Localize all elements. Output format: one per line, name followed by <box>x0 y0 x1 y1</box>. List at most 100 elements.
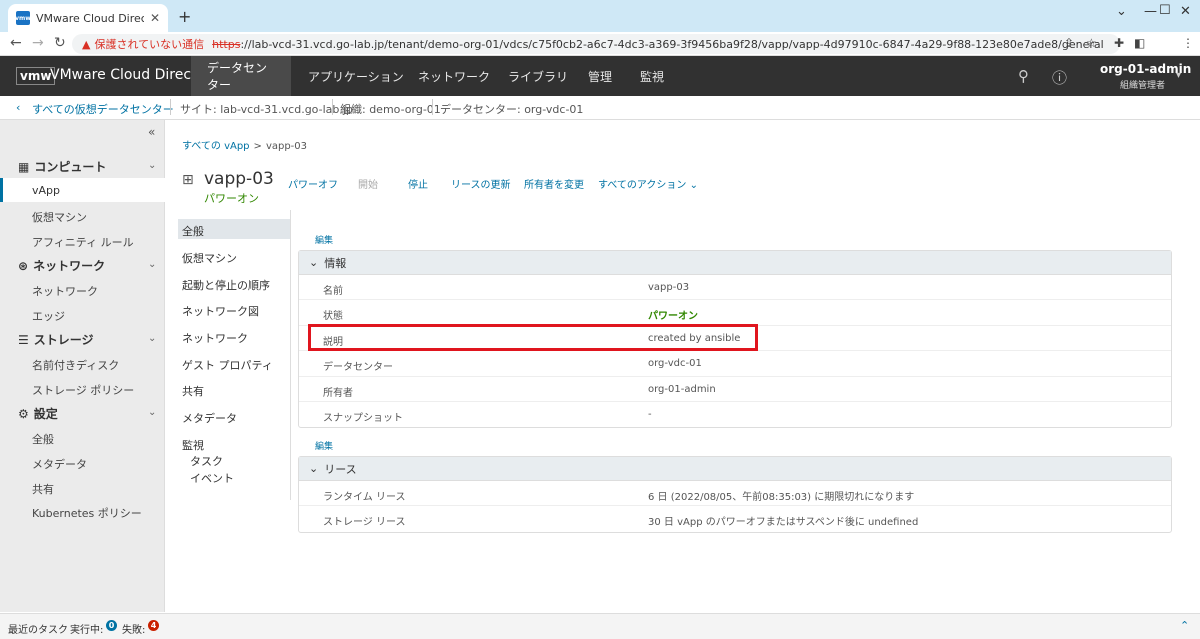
nav-network[interactable]: ネットワーク <box>402 56 506 96</box>
row-label: 名前 <box>323 286 343 297</box>
context-bar: ‹ すべての仮想データセンター サイト: lab-vcd-31.vcd.go-l… <box>0 96 1200 120</box>
expand-up-icon[interactable]: ⌃ <box>1180 619 1189 632</box>
menu-kebab-icon[interactable]: ⋮ <box>1182 36 1194 50</box>
all-actions-button[interactable]: すべてのアクション ⌄ <box>598 176 698 191</box>
row-value: 30 日 vApp のパワーオフまたはサスペンド後に undefined <box>648 517 919 529</box>
app-brand: VMware Cloud Director <box>50 67 211 83</box>
sidebar-group-label: ネットワーク <box>33 259 106 273</box>
nav-admin[interactable]: 管理 <box>572 56 628 96</box>
lease-card-header[interactable]: ⌄ リース <box>299 457 1171 481</box>
row-value: vapp-03 <box>648 282 690 293</box>
sidebar-item-affinity[interactable]: アフィニティ ルール <box>32 234 134 250</box>
site-info: サイト: lab-vcd-31.vcd.go-lab.jp <box>180 103 353 116</box>
tab-sharing[interactable]: 共有 <box>182 383 204 399</box>
chevron-down-icon[interactable]: ⌄ <box>148 259 156 270</box>
change-owner-button[interactable]: 所有者を変更 <box>524 176 584 191</box>
app-header: vmw VMware Cloud Director データセンター アプリケーシ… <box>0 56 1200 96</box>
breadcrumb-all-vapps[interactable]: すべての vApp <box>182 141 250 152</box>
sidebar: « ▦ コンピュート ⌄ vApp 仮想マシン アフィニティ ルール ⊛ ネット… <box>0 120 165 612</box>
browser-tab[interactable]: vmw VMware Cloud Director - vApp - ✕ <box>8 4 168 32</box>
back-to-vdcs-link[interactable]: すべての仮想データセンター <box>32 101 174 117</box>
sidebar-item-storage-policy[interactable]: ストレージ ポリシー <box>32 382 134 398</box>
tab-title: VMware Cloud Director - vApp - <box>36 11 144 25</box>
sidebar-item-vapp[interactable]: vApp <box>32 184 60 197</box>
nav-monitoring[interactable]: 監視 <box>624 56 680 96</box>
edit-lease-link[interactable]: 編集 <box>315 439 333 452</box>
sidebar-group-compute[interactable]: ▦ コンピュート <box>18 158 106 175</box>
nav-datacenter[interactable]: データセンター <box>191 56 291 96</box>
help-icon[interactable]: ⓘ <box>1052 67 1067 88</box>
tab-vms[interactable]: 仮想マシン <box>182 250 237 266</box>
recent-tasks-label[interactable]: 最近のタスク <box>8 621 68 636</box>
collapse-sidebar-icon[interactable]: « <box>148 125 155 139</box>
power-off-button[interactable]: パワーオフ <box>288 176 338 191</box>
running-count: 0 <box>106 620 117 632</box>
tab-monitoring: 監視 <box>182 439 204 452</box>
search-icon[interactable]: ⚲ <box>1018 67 1029 85</box>
nav-applications[interactable]: アプリケーション <box>292 56 420 96</box>
back-icon[interactable]: ← <box>10 35 22 51</box>
sidebar-active-indicator <box>0 178 165 202</box>
nav-library[interactable]: ライブラリ <box>492 56 584 96</box>
minimize-icon[interactable]: — <box>1144 4 1157 19</box>
sidepanel-icon[interactable]: ◧ <box>1134 36 1145 50</box>
breadcrumb-separator: > <box>253 141 262 152</box>
tab-networks[interactable]: ネットワーク <box>182 330 248 346</box>
sidebar-item-sharing[interactable]: 共有 <box>32 481 54 497</box>
address-bar: ← → ↻ ▲ 保護されていない通信 https://lab-vcd-31.vc… <box>0 32 1200 84</box>
close-tab-icon[interactable]: ✕ <box>150 11 160 25</box>
sidebar-item-named-disks[interactable]: 名前付きディスク <box>32 357 119 373</box>
tab-tasks[interactable]: タスク <box>190 453 223 469</box>
sidebar-item-general[interactable]: 全般 <box>32 431 54 447</box>
forward-icon[interactable]: → <box>32 35 44 51</box>
browser-tab-bar: vmw VMware Cloud Director - vApp - ✕ + ⌄… <box>0 0 1200 32</box>
tab-general[interactable]: 全般 <box>182 223 204 239</box>
stop-button[interactable]: 停止 <box>408 176 428 191</box>
table-row: ランタイム リース 6 日 (2022/08/05、午前08:35:03) に期… <box>299 481 1171 507</box>
url-input[interactable]: ▲ 保護されていない通信 https://lab-vcd-31.vcd.go-l… <box>72 34 1120 54</box>
sidebar-item-networks[interactable]: ネットワーク <box>32 283 98 299</box>
network-icon: ⊛ <box>18 258 29 273</box>
reload-icon[interactable]: ↻ <box>54 35 66 51</box>
info-card-header[interactable]: ⌄ 情報 <box>299 251 1171 275</box>
renew-lease-button[interactable]: リースの更新 <box>451 176 511 191</box>
divider <box>290 210 291 500</box>
chevron-down-icon[interactable]: ⌄ <box>148 407 156 418</box>
chevron-down-icon[interactable]: ▾ <box>1176 70 1181 81</box>
sidebar-group-settings[interactable]: ⚙ 設定 <box>18 405 58 422</box>
start-button[interactable]: 開始 <box>358 176 378 191</box>
tab-guest-properties[interactable]: ゲスト プロパティ <box>182 357 273 373</box>
sidebar-item-kubernetes-policy[interactable]: Kubernetes ポリシー <box>32 505 142 521</box>
sidebar-item-vms[interactable]: 仮想マシン <box>32 209 87 225</box>
tab-start-stop-order[interactable]: 起動と停止の順序 <box>182 277 270 293</box>
chevron-down-icon[interactable]: ⌄ <box>1116 4 1127 19</box>
share-icon[interactable]: ⇪ <box>1064 36 1074 50</box>
lease-card: ⌄ リース ランタイム リース 6 日 (2022/08/05、午前08:35:… <box>298 456 1172 533</box>
bookmark-star-icon[interactable]: ☆ <box>1086 36 1097 50</box>
sidebar-group-storage[interactable]: ☰ ストレージ <box>18 331 94 348</box>
table-row: 所有者 org-01-admin <box>299 377 1171 402</box>
maximize-icon[interactable]: ☐ <box>1159 3 1171 18</box>
extensions-icon[interactable]: ✚ <box>1114 36 1124 50</box>
sidebar-item-metadata[interactable]: メタデータ <box>32 456 87 472</box>
url-path: ://lab-vcd-31.vcd.go-lab.jp/tenant/demo-… <box>240 37 1104 51</box>
table-row: スナップショット - <box>299 402 1171 427</box>
chevron-left-icon[interactable]: ‹ <box>16 101 20 114</box>
close-window-icon[interactable]: ✕ <box>1180 4 1191 19</box>
chevron-down-icon[interactable]: ⌄ <box>148 160 156 171</box>
table-row: ストレージ リース 30 日 vApp のパワーオフまたはサスペンド後に und… <box>299 506 1171 531</box>
chevron-down-icon[interactable]: ⌄ <box>148 333 156 344</box>
tab-network-diagram[interactable]: ネットワーク図 <box>182 303 259 319</box>
edit-info-link[interactable]: 編集 <box>315 233 333 246</box>
sidebar-group-network[interactable]: ⊛ ネットワーク <box>18 257 105 274</box>
tab-metadata[interactable]: メタデータ <box>182 410 237 426</box>
row-value: 6 日 (2022/08/05、午前08:35:03) に期限切れになります <box>648 492 915 503</box>
row-label: ランタイム リース <box>323 492 406 503</box>
vapp-icon: ⊞ <box>182 172 194 188</box>
tab-events[interactable]: イベント <box>190 470 234 486</box>
new-tab-button[interactable]: + <box>178 7 191 26</box>
section-title: 情報 <box>324 256 347 270</box>
sidebar-group-label: ストレージ <box>33 333 94 347</box>
recent-tasks-bar: 最近のタスク 実行中: 0 失敗: 4 ⌃ <box>0 613 1200 639</box>
sidebar-item-edges[interactable]: エッジ <box>32 308 65 324</box>
